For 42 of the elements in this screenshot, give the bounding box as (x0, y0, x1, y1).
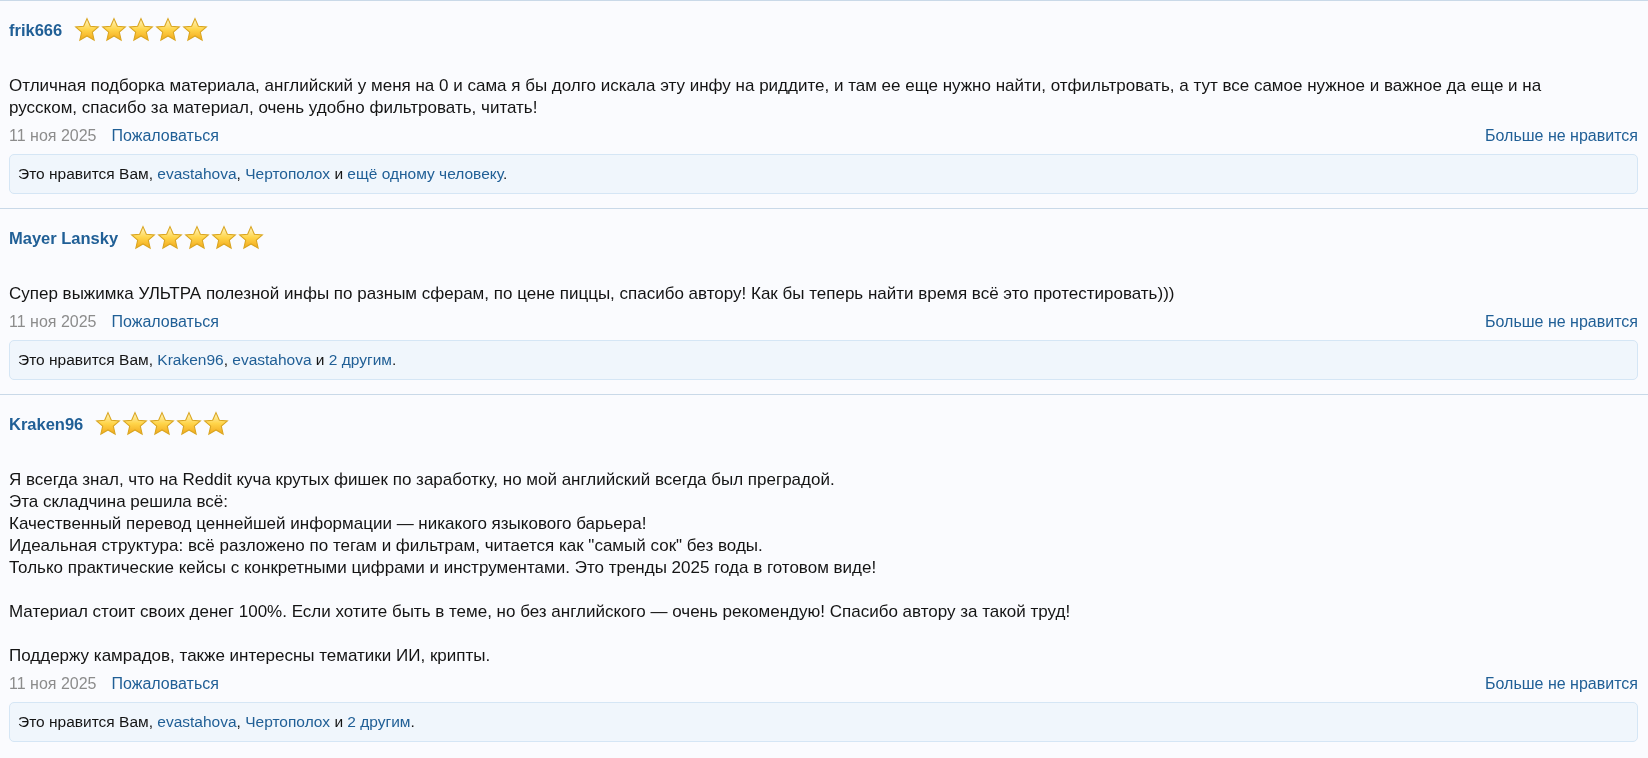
review-text: Отличная подборка материала, английский у меня на 0 и сама я бы долго искала эту инфу на риддите, и там ее еще нужно найти, отфильтровать, а тут все самое нужное и важное да еще и на русском, спасибо за материал, очень удобно фильтровать, читать! (9, 75, 1543, 119)
star-icon (157, 225, 184, 251)
author-link[interactable]: Kraken96 (9, 414, 84, 434)
post-date: 11 ноя 2025 (9, 127, 97, 145)
user-link[interactable]: ещё одному человеку (347, 165, 503, 182)
star-icon (182, 17, 209, 43)
report-link[interactable]: Пожаловаться (111, 675, 219, 693)
star-icon (128, 17, 155, 43)
user-link[interactable]: 2 другим (328, 351, 392, 368)
user-link[interactable]: Чертополох (245, 713, 331, 730)
star-icon (211, 225, 238, 251)
star-icon (203, 411, 230, 437)
review-text: Я всегда знал, что на Reddit куча крутых фишек по заработку, но мой английский всегда был преградой. Эта складчина решила всё: Качественный перевод ценнейшей информации — никакого языкового барьера! Идеальная структура: всё разложено по тегам и фильтрам, читается как "самый сок" без воды. Только практические кейсы с конкретными цифрами и инструментами. Это тренды 2025 года в готовом виде! Материал стоит своих денег 100%. Если хотите быть в теме, но без английского — очень рекомендую! Спасибо автору за такой труд! Поддержу камрадов, также интересны тематики ИИ, крипты. (9, 469, 1072, 667)
user-link[interactable]: Чертополох (245, 165, 331, 182)
star-icon (122, 411, 149, 437)
star-icon (101, 17, 128, 43)
star-icon (74, 17, 101, 43)
user-link[interactable]: Kraken96 (157, 351, 224, 368)
likes-summary: Это нравится Вам, Kraken96, evastahova и 2 другим. (9, 340, 1638, 380)
unlike-link[interactable]: Больше не нравится (1485, 127, 1638, 145)
user-link[interactable]: 2 другим (347, 713, 411, 730)
star-icon (130, 225, 157, 251)
author-link[interactable]: Mayer Lansky (9, 228, 119, 248)
post-date: 11 ноя 2025 (9, 313, 97, 331)
review-text: Супер выжимка УЛЬТРА полезной инфы по разным сферам, по цене пиццы, спасибо автору! Как бы теперь найти время всё это протестировать))) (9, 283, 1176, 305)
star-icon (95, 411, 122, 437)
user-link[interactable]: evastahova (157, 165, 237, 182)
unlike-link[interactable]: Больше не нравится (1485, 675, 1638, 693)
star-icon (149, 411, 176, 437)
user-link[interactable]: evastahova (157, 713, 237, 730)
report-link[interactable]: Пожаловаться (111, 127, 219, 145)
author-link[interactable]: frik666 (9, 20, 63, 40)
star-icon (238, 225, 265, 251)
report-link[interactable]: Пожаловаться (111, 313, 219, 331)
post-date: 11 ноя 2025 (9, 675, 97, 693)
user-link[interactable]: evastahova (232, 351, 312, 368)
likes-summary: Это нравится Вам, evastahova, Чертополох и ещё одному человеку. (9, 154, 1638, 194)
star-icon (176, 411, 203, 437)
likes-summary: Это нравится Вам, evastahova, Чертополох и 2 другим. (9, 702, 1638, 742)
star-icon (184, 225, 211, 251)
unlike-link[interactable]: Больше не нравится (1485, 313, 1638, 331)
star-icon (155, 17, 182, 43)
